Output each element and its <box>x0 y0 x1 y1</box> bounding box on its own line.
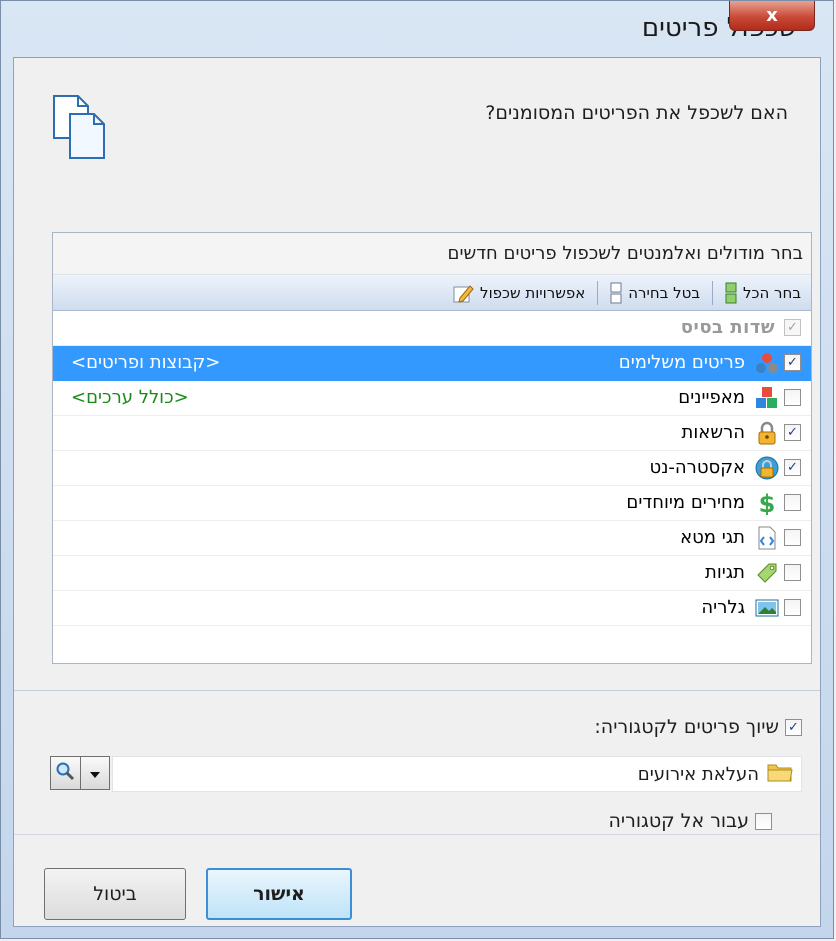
row-label: הרשאות <box>681 422 745 443</box>
list-item[interactable]: ✓ פריטים משלימים <קבוצות ופריטים> <box>53 346 811 381</box>
assign-category-checkbox[interactable]: ✓ <box>785 718 802 736</box>
row-checkbox[interactable] <box>784 599 801 616</box>
properties-icon <box>755 386 779 410</box>
row-checkbox[interactable]: ✓ <box>784 459 801 476</box>
section-divider <box>14 690 820 691</box>
list-item[interactable]: תגיות <box>53 556 811 591</box>
ok-button[interactable]: אישור <box>206 868 352 920</box>
row-note: <קבוצות ופריטים> <box>71 352 221 373</box>
tag-icon <box>755 561 779 585</box>
row-label: תגיות <box>704 562 745 583</box>
row-label: פריטים משלימים <box>618 352 745 373</box>
row-label: אקסטרה-נט <box>649 457 745 478</box>
category-value: העלאת אירועים <box>637 763 759 785</box>
row-label: גלריה <box>701 597 745 618</box>
goto-category-option[interactable]: עבור אל קטגוריה <box>608 810 772 832</box>
row-checkbox[interactable] <box>784 529 801 546</box>
category-field[interactable]: העלאת אירועים <box>112 756 802 792</box>
row-checkbox[interactable]: ✓ <box>784 354 801 371</box>
close-icon: x <box>766 5 778 26</box>
row-label: שדות בסיס <box>680 317 775 338</box>
folder-icon <box>767 761 793 788</box>
list-item[interactable]: גלריה <box>53 591 811 626</box>
toolbar-separator <box>712 280 714 305</box>
copy-options-button[interactable]: אפשרויות שכפול <box>446 282 591 304</box>
goto-category-checkbox[interactable] <box>755 812 772 830</box>
list-item[interactable]: $ מחירים מיוחדים <box>53 486 811 521</box>
list-item[interactable]: מאפיינים <כולל ערכים> <box>53 381 811 416</box>
row-checkbox[interactable] <box>784 494 801 511</box>
meta-tags-icon <box>755 526 779 550</box>
modules-panel: בחר מודולים ואלמנטים לשכפול פריטים חדשים… <box>52 232 812 664</box>
clear-selection-button[interactable]: בטל בחירה <box>604 282 706 304</box>
list-item[interactable]: ✓ אקסטרה-נט <box>53 451 811 486</box>
modules-list: ✓ שדות בסיס ✓ פריטים משלימים <קבוצות ופר… <box>53 311 811 626</box>
edit-options-icon <box>452 282 474 304</box>
dropdown-button[interactable] <box>79 757 110 789</box>
panel-header: בחר מודולים ואלמנטים לשכפול פריטים חדשים <box>53 233 811 275</box>
list-item[interactable]: תגי מטא <box>53 521 811 556</box>
row-checkbox[interactable]: ✓ <box>784 424 801 441</box>
gallery-icon <box>755 596 779 620</box>
title-bar[interactable]: שכפול פריטים x <box>1 1 833 53</box>
related-items-icon <box>755 351 779 375</box>
row-note: <כולל ערכים> <box>71 387 189 408</box>
dialog-window: שכפול פריטים x האם לשכפל את הפריטים המסו… <box>0 0 834 939</box>
toolbar-separator <box>597 280 599 305</box>
extranet-icon <box>755 456 779 480</box>
row-label: מחירים מיוחדים <box>626 492 745 513</box>
dollar-icon: $ <box>755 490 779 518</box>
clear-selection-icon <box>610 282 622 304</box>
row-checkbox[interactable] <box>784 564 801 581</box>
list-item[interactable]: ✓ הרשאות <box>53 416 811 451</box>
assign-category-option[interactable]: ✓ שיוך פריטים לקטגוריה: <box>594 716 802 738</box>
goto-category-label: עבור אל קטגוריה <box>608 810 749 832</box>
confirm-question: האם לשכפל את הפריטים המסומנים? <box>485 102 788 124</box>
assign-category-label: שיוך פריטים לקטגוריה: <box>594 716 779 738</box>
search-icon <box>55 761 75 785</box>
row-checkbox[interactable] <box>784 389 801 406</box>
row-label: מאפיינים <box>678 387 745 408</box>
selection-toolbar: בחר הכל בטל בחירה אפשרויות שכפול <box>53 275 811 311</box>
close-button[interactable]: x <box>729 1 815 31</box>
dialog-body: האם לשכפל את הפריטים המסומנים? בחר מודול… <box>13 57 821 927</box>
cancel-button[interactable]: ביטול <box>44 868 186 920</box>
copy-documents-icon <box>52 94 108 164</box>
row-checkbox[interactable]: ✓ <box>784 319 801 336</box>
select-all-button[interactable]: בחר הכל <box>719 282 807 304</box>
category-lookup[interactable] <box>50 756 110 790</box>
row-label: תגי מטא <box>680 527 745 548</box>
search-button[interactable] <box>51 757 80 789</box>
svg-text:$: $ <box>759 491 776 515</box>
chevron-down-icon <box>89 764 101 783</box>
lock-icon <box>755 421 779 445</box>
list-item[interactable]: ✓ שדות בסיס <box>53 311 811 346</box>
select-all-icon <box>725 282 737 304</box>
